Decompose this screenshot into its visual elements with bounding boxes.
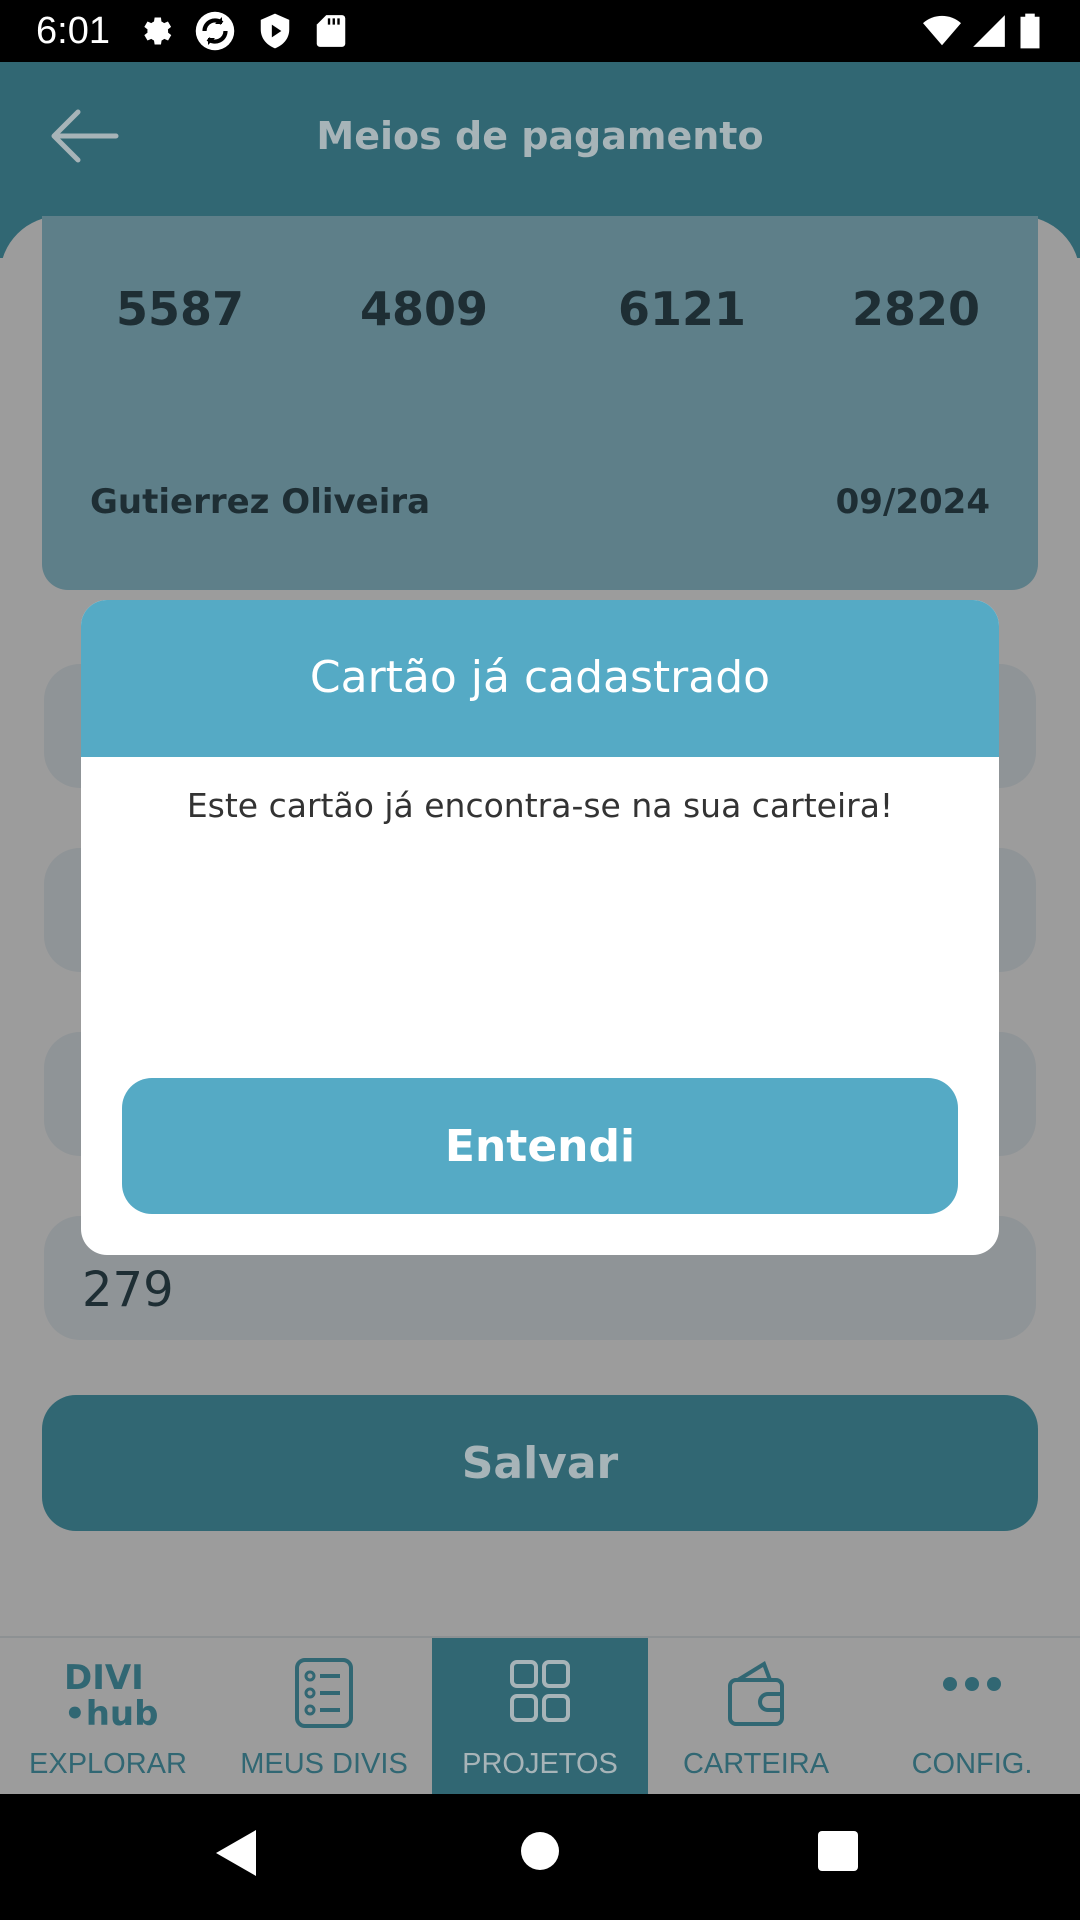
status-bar: 6:01 bbox=[0, 0, 1080, 62]
system-nav-bar bbox=[0, 1794, 1080, 1920]
nav-label: CONFIG. bbox=[911, 1748, 1033, 1780]
nav-label: EXPLORAR bbox=[29, 1748, 187, 1780]
nav-item-projetos[interactable]: PROJETOS bbox=[432, 1638, 648, 1796]
sync-icon bbox=[195, 11, 235, 51]
logo-line-2: •hub bbox=[64, 1694, 159, 1734]
dialog-message: Este cartão já encontra-se na sua cartei… bbox=[186, 786, 894, 825]
more-dots-icon bbox=[943, 1677, 1001, 1691]
nav-label: CARTEIRA bbox=[682, 1748, 830, 1780]
home-circle-icon[interactable] bbox=[519, 1830, 561, 1872]
logo-line-1: DIVI bbox=[64, 1658, 144, 1698]
wallet-icon bbox=[728, 1661, 784, 1726]
shield-icon bbox=[260, 13, 290, 49]
signal-icon bbox=[973, 15, 1005, 47]
nav-item-meus-divis[interactable]: MEUS DIVIS bbox=[216, 1638, 432, 1796]
card-number-group-3: 6121 bbox=[618, 282, 747, 336]
nav-item-config[interactable]: CONFIG. bbox=[864, 1638, 1080, 1796]
recents-square-icon[interactable] bbox=[817, 1830, 859, 1872]
card-expiry: 09/2024 bbox=[835, 482, 990, 522]
card-holder-name: Gutierrez Oliveira bbox=[90, 482, 431, 522]
gear-icon bbox=[144, 17, 172, 45]
nav-item-carteira[interactable]: CARTEIRA bbox=[648, 1638, 864, 1796]
credit-card-preview: 5587 4809 6121 2820 Gutierrez Oliveira 0… bbox=[42, 216, 1038, 590]
save-button[interactable]: Salvar bbox=[42, 1395, 1038, 1531]
dialog-header: Cartão já cadastrado bbox=[81, 600, 999, 757]
card-number-group-1: 5587 bbox=[116, 282, 245, 336]
divi-hub-logo: DIVI •hub bbox=[64, 1660, 158, 1732]
card-number-group-2: 4809 bbox=[360, 282, 489, 336]
back-triangle-icon[interactable] bbox=[214, 1828, 258, 1878]
sd-card-icon bbox=[316, 15, 346, 47]
cvv-value: 279 bbox=[82, 1262, 174, 1318]
list-icon bbox=[295, 1658, 353, 1728]
bottom-nav: DIVI •hub EXPLORAR MEUS DIVIS PROJETOS C… bbox=[0, 1636, 1080, 1796]
wifi-icon bbox=[923, 15, 961, 46]
battery-icon bbox=[1020, 13, 1040, 49]
card-already-registered-dialog: Cartão já cadastrado Este cartão já enco… bbox=[81, 600, 999, 1255]
dialog-title: Cartão já cadastrado bbox=[309, 652, 771, 703]
entendi-button[interactable]: Entendi bbox=[122, 1078, 958, 1214]
grid-icon bbox=[510, 1660, 570, 1722]
nav-item-explorar[interactable]: DIVI •hub EXPLORAR bbox=[0, 1638, 216, 1796]
card-number-group-4: 2820 bbox=[852, 282, 981, 336]
nav-label: PROJETOS bbox=[462, 1748, 618, 1780]
status-time: 6:01 bbox=[36, 10, 110, 52]
nav-label: MEUS DIVIS bbox=[240, 1748, 408, 1780]
page-title: Meios de pagamento bbox=[316, 114, 764, 158]
